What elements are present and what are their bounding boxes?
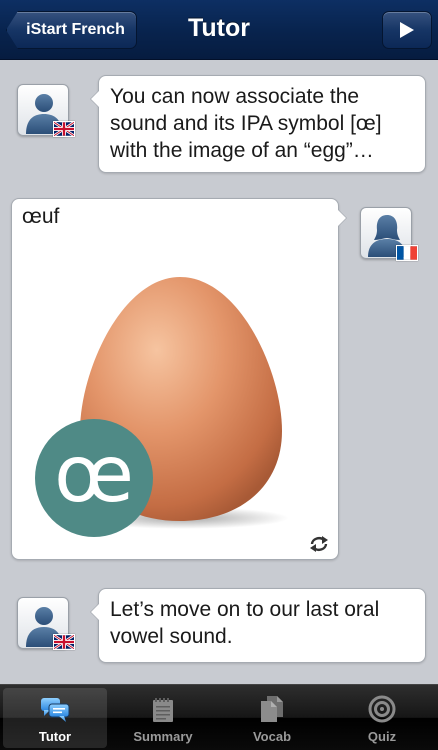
tab-label: Quiz	[367, 729, 397, 744]
tutor-message-bubble: Let’s move on to our last oral vowel sou…	[90, 588, 426, 663]
tab-label: Summary	[133, 729, 193, 744]
notepad-icon	[153, 698, 173, 722]
uk-flag-icon	[53, 634, 75, 650]
message-line: with the image of an “egg”…	[110, 139, 374, 162]
play-button[interactable]	[382, 11, 432, 49]
uk-flag-icon	[53, 121, 75, 137]
message-line: You can now associate the	[110, 85, 360, 108]
tab-vocab[interactable]: Vocab	[220, 688, 324, 748]
tab-quiz[interactable]: Quiz	[330, 688, 434, 748]
message-line: Let’s move on to our last oral	[110, 598, 380, 621]
page-title: Tutor	[187, 14, 250, 42]
tab-summary[interactable]: Summary	[111, 688, 215, 748]
message-line: vowel sound.	[110, 625, 233, 648]
play-icon	[400, 22, 414, 38]
tab-label: Tutor	[38, 729, 72, 744]
word-card-bubble[interactable]: œuf œ	[11, 198, 347, 560]
message-line: sound and its IPA symbol [œ]	[110, 112, 382, 135]
france-flag-icon	[396, 245, 418, 261]
documents-icon	[261, 696, 283, 722]
navigation-bar: iStart French Tutor	[0, 0, 438, 60]
tab-tutor[interactable]: Tutor	[3, 688, 107, 748]
tab-bar: Tutor Summary Vocab Quiz	[0, 684, 438, 750]
card-word: œuf	[22, 205, 60, 228]
ipa-symbol: œ	[54, 430, 134, 520]
repeat-icon[interactable]	[308, 535, 330, 553]
chat-bubbles-icon	[41, 698, 70, 722]
ipa-badge: œ	[35, 419, 153, 537]
target-icon	[368, 695, 396, 723]
tutor-message-bubble: You can now associate the sound and its …	[90, 75, 426, 173]
tab-label: Vocab	[252, 729, 292, 744]
